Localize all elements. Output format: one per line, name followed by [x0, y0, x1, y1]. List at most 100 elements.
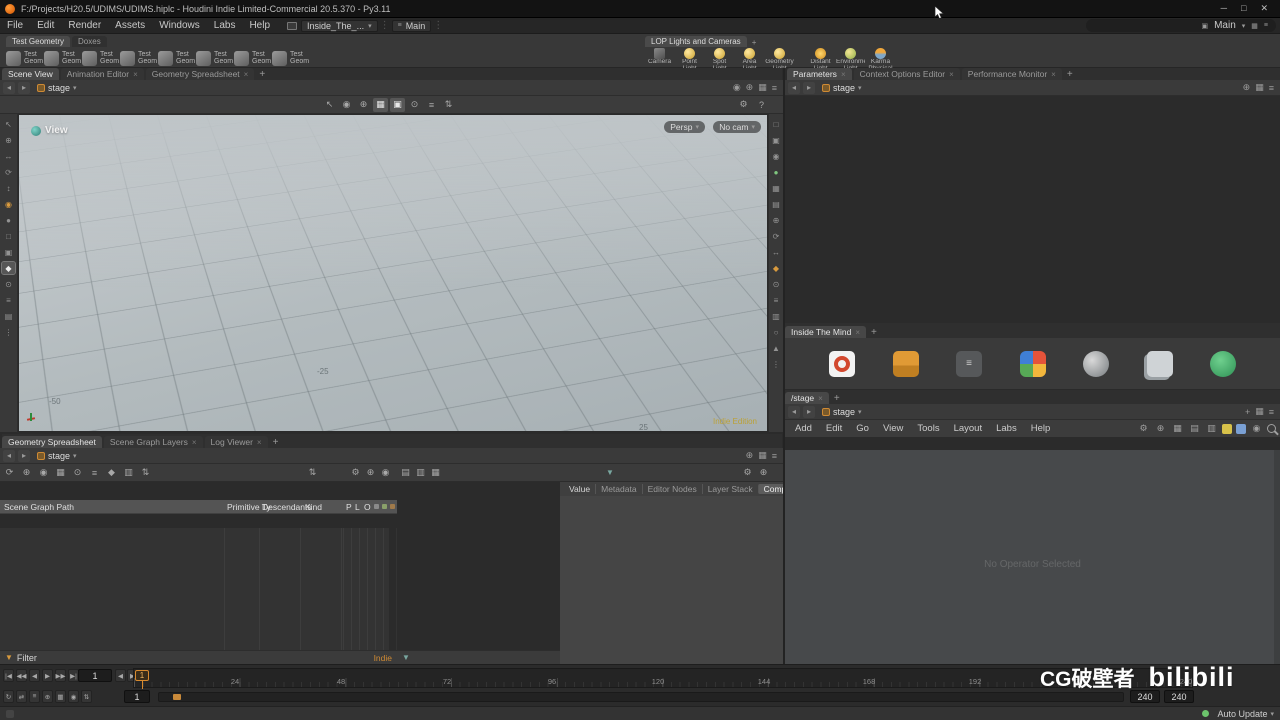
layout-icon[interactable]: ▦ [758, 82, 767, 93]
tool-icon-orange-case[interactable] [892, 350, 919, 377]
select-mode-icon[interactable]: ↖ [322, 98, 337, 112]
shelf-tool-geometry-light[interactable]: Geometry Light [765, 48, 794, 68]
shelf-tool[interactable]: Test Geometry [158, 48, 195, 68]
pane-grid-icon[interactable]: ▦ [1251, 22, 1258, 30]
shelf-tool[interactable]: Test Geometry [120, 48, 157, 68]
menu-help[interactable]: Help [242, 20, 277, 31]
persp-view-button[interactable]: Persp ▾ [664, 121, 705, 133]
normals-display-icon[interactable]: ⟳ [770, 230, 783, 242]
active-tool-icon[interactable]: ◆ [1, 261, 16, 275]
attribs-menu-icon[interactable]: ≡ [87, 466, 102, 480]
pin-icon[interactable]: ⊕ [1154, 423, 1167, 435]
menu-labs[interactable]: Labs [207, 20, 243, 31]
snap-mode-icon[interactable]: ≡ [424, 98, 439, 112]
wrench-icon[interactable]: ⚙ [1137, 423, 1150, 435]
grid-display-icon[interactable]: ▦ [770, 182, 783, 194]
shelf-tab-lop-lights[interactable]: LOP Lights and Cameras [645, 36, 747, 47]
new-pane-tab-button[interactable]: + [831, 393, 843, 404]
display-overflow-icon[interactable]: ⋮ [770, 358, 783, 370]
chevron-down-icon[interactable]: ▾ [73, 84, 77, 92]
titlebar[interactable]: F:/Projects/H20.5/UDIMS/UDIMS.hiplc - Ho… [0, 0, 1280, 18]
close-button[interactable]: ✕ [1260, 3, 1268, 14]
close-tab-icon[interactable]: × [257, 438, 262, 447]
shelf-tool[interactable]: Test Geometry [6, 48, 43, 68]
rows-view-icon[interactable]: ▥ [413, 466, 428, 480]
net-menu-view[interactable]: View [877, 423, 909, 434]
audio-toggle-button[interactable]: ▦ [55, 690, 66, 703]
network-path[interactable]: stage [48, 83, 70, 93]
lights-display-icon[interactable]: ◆ [770, 262, 783, 274]
select-tool-icon[interactable]: ↖ [2, 118, 15, 130]
columns-view-icon[interactable]: ▦ [428, 466, 443, 480]
color-palette-icon[interactable] [1222, 423, 1232, 434]
list-view-icon[interactable]: ▤ [398, 466, 413, 480]
objects-mode-icon[interactable]: ⊙ [407, 98, 422, 112]
shelf-tool[interactable]: Test Geometry [82, 48, 119, 68]
fog-display-icon[interactable]: ○ [770, 326, 783, 338]
right-main-selector[interactable]: ▣ Main ▾ ▦ ≡ [1086, 19, 1276, 32]
playbar-menu-button[interactable]: ≡ [29, 690, 40, 703]
layout-icon[interactable]: ▦ [1255, 406, 1264, 417]
new-pane-tab-button[interactable]: + [270, 437, 282, 448]
add-shelf-tab-button[interactable]: + [749, 38, 760, 47]
playhead[interactable]: 1 [135, 670, 149, 681]
smooth-shade-icon[interactable]: ◉ [770, 150, 783, 162]
shelf-tool[interactable]: Test Geometry [196, 48, 233, 68]
uv-display-icon[interactable]: ↔ [770, 246, 783, 258]
range-slider-handle[interactable] [173, 694, 181, 700]
tab-metadata[interactable]: Metadata [595, 484, 641, 494]
measure-tool-icon[interactable]: ▤ [2, 310, 15, 322]
range-start-field[interactable]: 1 [124, 690, 150, 703]
columns-icon[interactable]: ▥ [121, 466, 136, 480]
menu-edit[interactable]: Edit [30, 20, 61, 31]
show-points-icon[interactable]: ◉ [36, 466, 51, 480]
pingpong-button[interactable]: ⇄ [16, 690, 27, 703]
view-tool-icon[interactable]: □ [2, 230, 15, 242]
menu-windows[interactable]: Windows [152, 20, 207, 31]
tool-icon-globe[interactable] [1083, 350, 1109, 377]
group-filter-icon[interactable]: ◆ [104, 466, 119, 480]
chevron-down-icon[interactable]: ▾ [858, 408, 862, 416]
back-icon[interactable]: ◂ [788, 405, 800, 418]
pane-tab-performance-monitor[interactable]: Performance Monitor × [961, 68, 1062, 80]
help-icon[interactable]: ? [754, 98, 769, 112]
net-menu-labs[interactable]: Labs [990, 423, 1023, 434]
grid-snap-icon[interactable]: ▦ [1171, 423, 1184, 435]
filter-funnel-icon[interactable]: ▼ [402, 653, 410, 662]
tool-icon-color-blocks[interactable] [1019, 350, 1046, 377]
precision-icon[interactable]: ⇅ [138, 466, 153, 480]
wireframe-icon[interactable]: ▣ [770, 134, 783, 146]
back-icon[interactable]: ◂ [788, 81, 800, 94]
tool-icon-green-circle[interactable] [1210, 350, 1236, 377]
camera-select-button[interactable]: No cam ▾ [713, 121, 761, 133]
keying-button[interactable]: ◉ [68, 690, 79, 703]
pane-tab-animation-editor[interactable]: Animation Editor × [60, 68, 144, 80]
pane-tab-parameters[interactable]: Parameters × [787, 68, 852, 80]
filter-funnel-icon[interactable]: ▼ [5, 653, 13, 662]
auto-update-selector[interactable]: Auto Update ▾ [1202, 709, 1274, 719]
up-display-icon[interactable]: ▲ [770, 342, 783, 354]
lasso-tool-icon[interactable]: ⊙ [2, 278, 15, 290]
rotate-tool-icon[interactable]: ↔ [2, 150, 15, 162]
new-pane-tab-button[interactable]: + [868, 327, 880, 338]
scale-tool-icon[interactable]: ⟳ [2, 166, 15, 178]
net-menu-tools[interactable]: Tools [911, 423, 945, 434]
loop-mode-button[interactable]: ↻ [3, 690, 14, 703]
shelf-tool-karma-sky[interactable]: Karma Physical Sk [866, 48, 895, 68]
options-display-icon[interactable]: ≡ [770, 294, 783, 306]
pin-icon[interactable]: ⊕ [363, 466, 378, 480]
close-tab-icon[interactable]: × [244, 70, 249, 79]
shelf-tool-area-light[interactable]: Area Light [735, 48, 764, 68]
refresh-icon[interactable]: ⟳ [2, 466, 17, 480]
back-icon[interactable]: ◂ [3, 81, 15, 94]
column-flag-p[interactable]: P [346, 502, 352, 512]
chevron-down-icon[interactable]: ▾ [73, 452, 77, 460]
layout-icon[interactable]: ▦ [758, 450, 767, 461]
realtime-toggle-button[interactable]: ⊕ [42, 690, 53, 703]
pane-tab-stage-network[interactable]: /stage × [785, 392, 829, 404]
pane-menu-icon[interactable]: ≡ [1269, 83, 1274, 93]
pose-tool-icon[interactable]: ◉ [2, 198, 15, 210]
new-pane-tab-button[interactable]: + [256, 69, 268, 80]
rewind-button[interactable]: ◀◀ [16, 669, 27, 682]
shelf-tool[interactable]: Test Geometry [44, 48, 81, 68]
